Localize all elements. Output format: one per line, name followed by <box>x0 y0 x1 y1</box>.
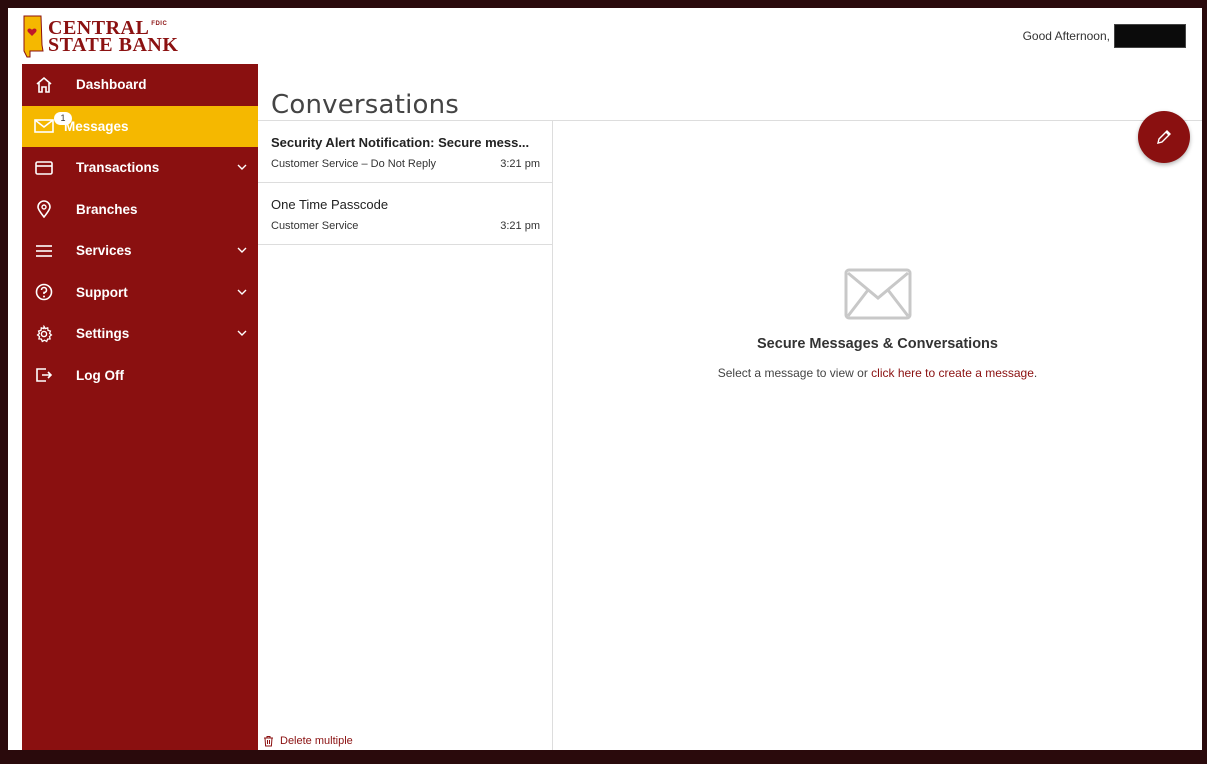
trash-icon <box>264 736 273 747</box>
sidebar-item-label: Branches <box>76 201 138 217</box>
logo-line-2: STATE BANK <box>48 34 179 56</box>
sidebar-item-services[interactable]: Services <box>22 230 258 272</box>
logout-icon <box>34 365 54 385</box>
sidebar-item-settings[interactable]: Settings <box>22 313 258 355</box>
conversation-subject: Security Alert Notification: Secure mess… <box>271 135 530 150</box>
sidebar-item-messages[interactable]: 1 Messages <box>22 105 258 147</box>
conversation-sender: Customer Service – Do Not Reply <box>271 158 437 170</box>
sidebar-item-label: Transactions <box>76 160 160 176</box>
empty-state-prefix: Select a message to view or <box>717 366 872 380</box>
alabama-state-icon <box>23 15 44 58</box>
conversation-time: 3:21 pm <box>500 158 540 170</box>
sidebar-item-dashboard[interactable]: Dashboard <box>22 64 258 106</box>
conversation-sender: Customer Service <box>271 220 359 232</box>
card-icon <box>34 158 54 178</box>
conversation-time: 3:21 pm <box>500 220 540 232</box>
sidebar-item-transactions[interactable]: Transactions <box>22 147 258 189</box>
unread-badge: 1 <box>54 111 72 125</box>
conversation-subject: One Time Passcode <box>271 197 389 212</box>
question-icon <box>34 282 54 302</box>
empty-state-heading: Secure Messages & Conversations <box>757 336 998 352</box>
bank-logo[interactable]: CENTRAL FDIC STATE BANK <box>22 14 178 60</box>
sidebar-item-branches[interactable]: Branches <box>22 189 258 231</box>
app-window: CENTRAL FDIC STATE BANK Good Afternoon, D… <box>8 8 1202 750</box>
sidebar-item-label: Support <box>76 284 128 300</box>
sidebar-item-label: Dashboard <box>76 77 147 93</box>
chevron-down-icon[interactable] <box>236 244 248 256</box>
sidebar-item-log-off[interactable]: Log Off <box>22 355 258 397</box>
chevron-down-icon[interactable] <box>236 161 248 173</box>
greeting: Good Afternoon, <box>1023 24 1186 48</box>
fdic-mark: FDIC <box>151 21 168 27</box>
sidebar-item-label: Log Off <box>76 367 124 383</box>
compose-message-button[interactable] <box>1138 111 1190 163</box>
empty-state-suffix: . <box>1033 366 1038 380</box>
delete-multiple-button[interactable]: Delete multiple <box>263 735 353 747</box>
sidebar-item-support[interactable]: Support <box>22 272 258 314</box>
home-icon <box>34 75 54 95</box>
sidebar-item-label: Messages <box>64 118 129 134</box>
envelope-icon <box>34 116 54 136</box>
message-empty-state: Secure Messages & Conversations Select a… <box>553 268 1202 380</box>
create-message-link[interactable]: click here to create a message <box>871 366 1034 380</box>
gear-icon <box>34 324 54 344</box>
sidebar: Dashboard 1 Messages Transactions Branch… <box>22 64 258 750</box>
empty-state-text: Select a message to view or click here t… <box>553 366 1202 380</box>
envelope-icon <box>844 268 911 320</box>
menu-icon <box>34 241 54 261</box>
conversation-item[interactable]: One Time Passcode Customer Service 3:21 … <box>258 183 552 245</box>
user-name-redacted <box>1114 24 1186 48</box>
chevron-down-icon[interactable] <box>236 286 248 298</box>
sidebar-item-label: Services <box>76 243 132 259</box>
sidebar-item-label: Settings <box>76 326 130 342</box>
conversation-list: Security Alert Notification: Secure mess… <box>258 121 553 750</box>
page-title: Conversations <box>271 90 460 120</box>
location-pin-icon <box>34 199 54 219</box>
conversation-item[interactable]: Security Alert Notification: Secure mess… <box>258 121 552 183</box>
greeting-text: Good Afternoon, <box>1022 29 1110 43</box>
top-bar: CENTRAL FDIC STATE BANK Good Afternoon, <box>8 8 1202 64</box>
chevron-down-icon[interactable] <box>236 327 248 339</box>
delete-multiple-label: Delete multiple <box>280 735 353 747</box>
pencil-icon <box>1157 130 1171 144</box>
